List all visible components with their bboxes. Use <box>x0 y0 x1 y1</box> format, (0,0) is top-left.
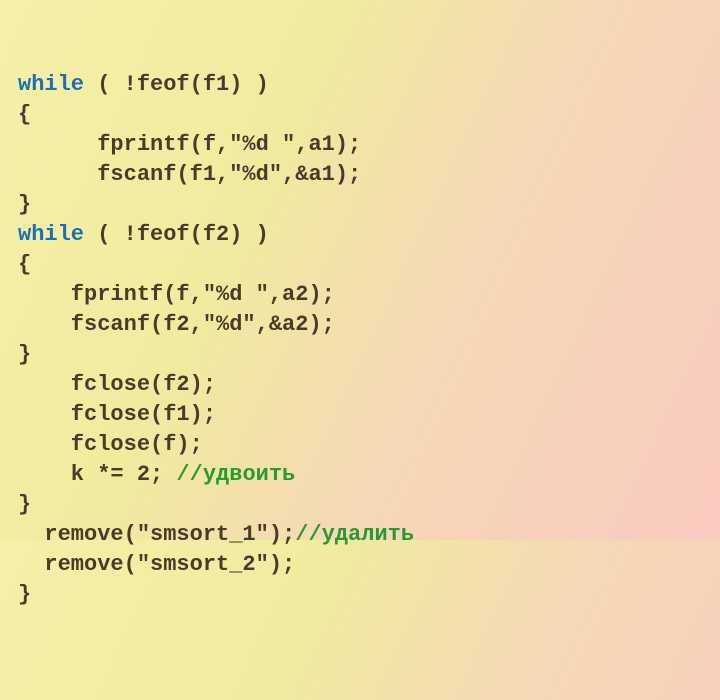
code-line: } <box>18 190 702 220</box>
code-text: ( !feof(f2) ) <box>84 222 269 247</box>
code-text: remove("smsort_1"); <box>18 522 295 547</box>
code-line: remove("smsort_2"); <box>18 550 702 580</box>
code-line: while ( !feof(f2) ) <box>18 220 702 250</box>
keyword-while: while <box>18 222 84 247</box>
code-line: fclose(f); <box>18 430 702 460</box>
code-block: while ( !feof(f1) ){ fprintf(f,"%d ",a1)… <box>18 70 702 610</box>
code-line: while ( !feof(f1) ) <box>18 70 702 100</box>
code-line: fclose(f2); <box>18 370 702 400</box>
code-line: remove("smsort_1");//удалить <box>18 520 702 550</box>
keyword-while: while <box>18 72 84 97</box>
code-line: fprintf(f,"%d ",a2); <box>18 280 702 310</box>
code-line: fscanf(f2,"%d",&a2); <box>18 310 702 340</box>
code-line: fscanf(f1,"%d",&a1); <box>18 160 702 190</box>
code-text: k *= 2; <box>18 462 163 487</box>
code-line: fclose(f1); <box>18 400 702 430</box>
code-line: { <box>18 100 702 130</box>
code-line: k *= 2; //удвоить <box>18 460 702 490</box>
code-line: } <box>18 340 702 370</box>
code-line: } <box>18 490 702 520</box>
code-line: } <box>18 580 702 610</box>
comment: //удалить <box>295 522 414 547</box>
code-line: fprintf(f,"%d ",a1); <box>18 130 702 160</box>
code-line: { <box>18 250 702 280</box>
comment: //удвоить <box>163 462 295 487</box>
code-text: ( !feof(f1) ) <box>84 72 269 97</box>
